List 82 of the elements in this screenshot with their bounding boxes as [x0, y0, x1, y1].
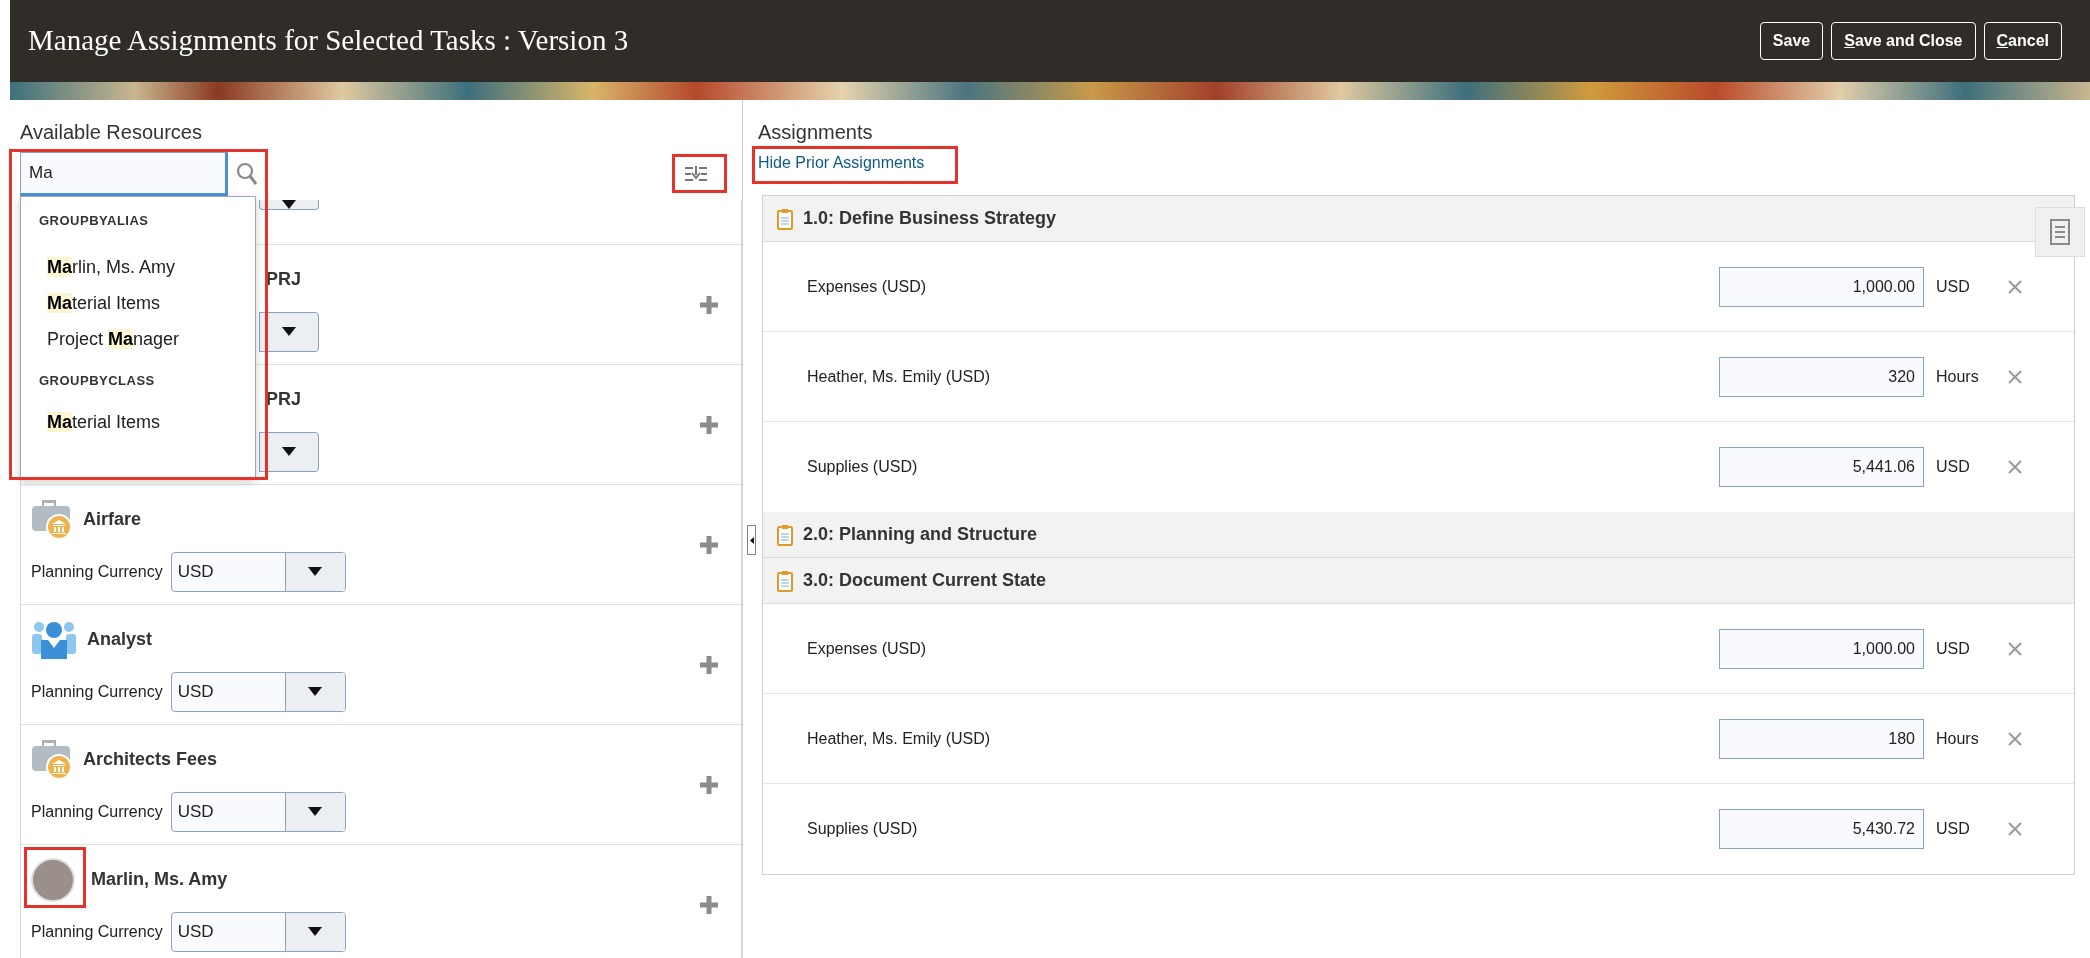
briefcase-icon [31, 739, 73, 780]
add-icon[interactable] [699, 294, 719, 315]
header-button[interactable]: Cancel [1983, 22, 2062, 60]
side-panel-button[interactable] [2035, 207, 2085, 257]
close-icon[interactable] [2008, 460, 2022, 474]
assignment-name: Expenses (USD) [807, 638, 927, 659]
filter-icon [685, 166, 707, 182]
currency-select[interactable]: USD [170, 791, 346, 832]
currency-select[interactable]: USD [170, 911, 346, 952]
unit-label: USD [1936, 639, 1970, 657]
add-icon[interactable] [699, 774, 719, 795]
section-title: Available Resources [20, 120, 203, 145]
assignment-name: Heather, Ms. Emily (USD) [807, 728, 991, 749]
close-icon[interactable] [2008, 279, 2022, 294]
collapse-handle[interactable] [747, 525, 756, 555]
field-label: Planning Currency [31, 561, 163, 582]
assignment-name: Expenses (USD) [807, 276, 927, 297]
header-button[interactable]: Save and Close [1831, 22, 1976, 60]
caret-icon [308, 807, 323, 816]
assignment-name: Supplies (USD) [807, 819, 918, 839]
amount-field[interactable]: 1,000.00 [1719, 266, 1924, 307]
suggestion-item[interactable]: Project Manager [21, 320, 255, 357]
add-icon[interactable] [699, 894, 719, 915]
amount-field[interactable]: 5,441.06 [1719, 447, 1924, 487]
caret-icon [308, 927, 323, 936]
resource-name: Architects Fees [83, 748, 218, 771]
clipboard-icon [777, 569, 793, 592]
close-icon[interactable] [2008, 369, 2022, 384]
search-field[interactable]: Ma [20, 152, 228, 196]
group-heading: GROUPBYALIAS [38, 212, 150, 230]
caret-icon [308, 567, 323, 576]
task-header[interactable]: 3.0: Document Current State [763, 558, 2074, 604]
section-title: Assignments [758, 120, 874, 145]
field-label: Planning Currency [31, 921, 163, 942]
suggestion-item[interactable]: Material Items [21, 404, 255, 440]
resource-name: Airfare [83, 508, 142, 531]
dropdown-button[interactable] [259, 200, 319, 210]
assignment-name: Supplies (USD) [807, 457, 918, 477]
close-icon[interactable] [2008, 731, 2022, 746]
caret-icon [282, 327, 296, 336]
amount-field[interactable]: 180 [1719, 718, 1924, 759]
add-icon[interactable] [699, 414, 719, 435]
dropdown-button[interactable] [259, 431, 319, 472]
clipboard-icon [777, 523, 793, 546]
dropdown-button[interactable] [259, 311, 319, 352]
document-icon [2050, 219, 2070, 245]
add-icon[interactable] [699, 534, 719, 555]
search-icon[interactable] [236, 162, 258, 186]
resource-name: Analyst [87, 628, 153, 651]
unit-label: Hours [1936, 367, 1979, 385]
header-button[interactable]: Save [1759, 22, 1824, 60]
clipboard-icon [777, 207, 793, 230]
resource-name: Marlin, Ms. Amy [91, 868, 228, 891]
unit-label: Hours [1936, 729, 1979, 747]
page-title: Manage Assignments for Selected Tasks : Version 3 [28, 23, 629, 59]
unit-label: USD [1936, 458, 1970, 475]
add-icon[interactable] [699, 654, 719, 675]
caret-icon [282, 200, 296, 209]
close-icon[interactable] [2008, 641, 2022, 656]
caret-icon [308, 687, 323, 696]
task-header[interactable]: 2.0: Planning and Structure [763, 512, 2074, 558]
briefcase-icon [31, 499, 73, 540]
amount-field[interactable]: 5,430.72 [1719, 809, 1924, 849]
unit-label: USD [1936, 277, 1970, 295]
people-group-icon [31, 619, 77, 660]
task-header[interactable]: 1.0: Define Business Strategy [763, 196, 2074, 242]
assignment-name: Heather, Ms. Emily (USD) [807, 366, 991, 387]
field-label: Planning Currency [31, 681, 163, 702]
field-label: Planning Currency [31, 801, 163, 822]
unit-label: USD [1936, 820, 1970, 837]
caret-icon [282, 447, 296, 456]
group-heading: GROUPBYCLASS [38, 371, 156, 390]
currency-select[interactable]: USD [170, 671, 346, 712]
suggestion-item[interactable]: Material Items [21, 284, 255, 321]
currency-select[interactable]: USD [170, 551, 346, 592]
close-icon[interactable] [2008, 822, 2022, 836]
amount-field[interactable]: 1,000.00 [1719, 628, 1924, 669]
avatar [31, 857, 75, 902]
suggestion-item[interactable]: Marlin, Ms. Amy [21, 248, 255, 285]
caret-icon [749, 536, 754, 544]
hide-prior-link[interactable]: Hide Prior Assignments [758, 151, 925, 175]
amount-field[interactable]: 320 [1719, 356, 1924, 397]
